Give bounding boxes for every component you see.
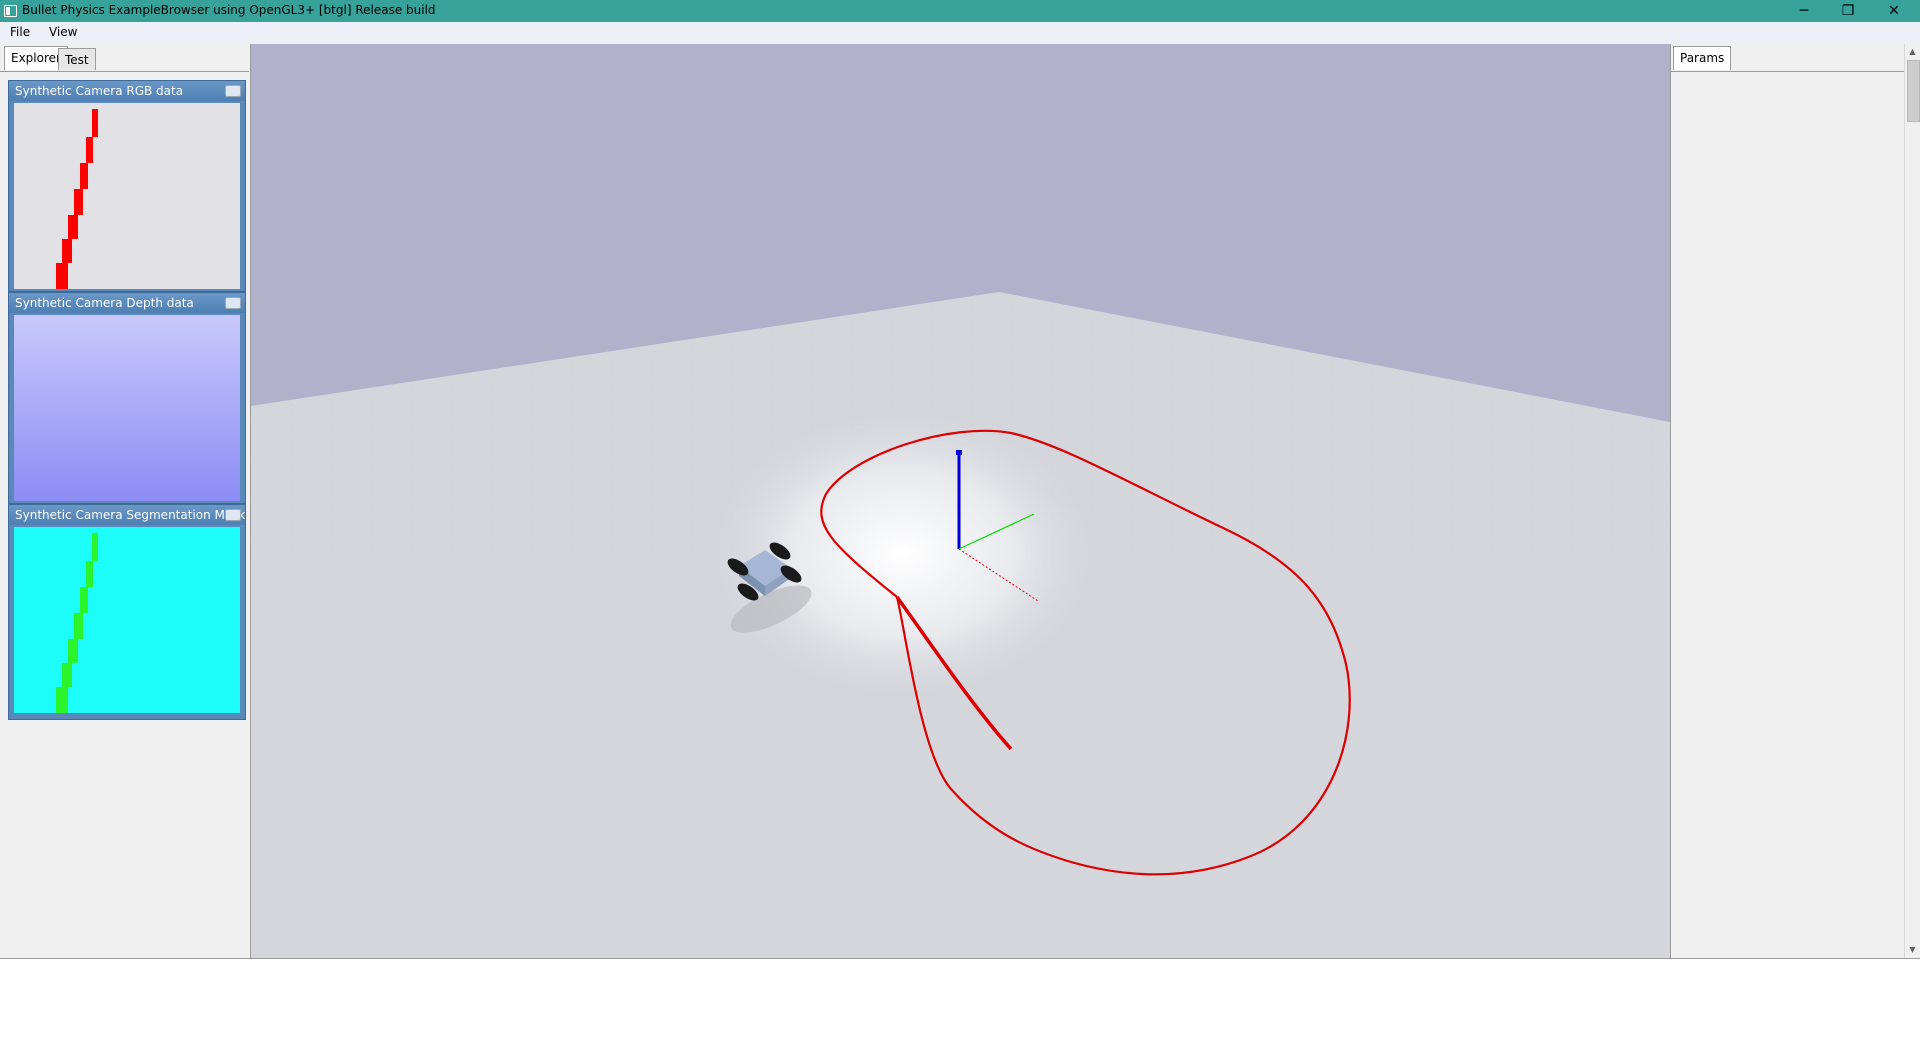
depth-camera-image xyxy=(14,315,240,501)
segmentation-camera-title: Synthetic Camera Segmentation Mask xyxy=(9,505,245,525)
menu-view[interactable]: View xyxy=(49,25,77,39)
app-icon xyxy=(4,5,17,17)
rgb-camera-title: Synthetic Camera RGB data xyxy=(9,81,245,101)
segmentation-camera-image xyxy=(14,527,240,713)
title-bar: Bullet Physics ExampleBrowser using Open… xyxy=(0,0,1920,22)
segmentation-camera-window[interactable]: Synthetic Camera Segmentation Mask xyxy=(8,504,246,720)
console-output[interactable] xyxy=(0,958,1920,1058)
scroll-down-icon[interactable]: ▼ xyxy=(1907,944,1918,955)
left-panel: Explorer Test Synthetic Camera RGB data … xyxy=(0,44,251,959)
params-content xyxy=(1671,71,1904,959)
depth-camera-minimize-button[interactable] xyxy=(225,297,241,309)
restore-icon[interactable]: ❐ xyxy=(1826,0,1870,22)
rgb-camera-window[interactable]: Synthetic Camera RGB data xyxy=(8,80,246,292)
scroll-up-icon[interactable]: ▲ xyxy=(1907,46,1918,57)
scroll-thumb[interactable] xyxy=(1907,60,1920,122)
menu-bar: File View xyxy=(0,22,1920,44)
window-title: Bullet Physics ExampleBrowser using Open… xyxy=(22,3,436,17)
render-viewport[interactable] xyxy=(251,44,1670,958)
depth-camera-title: Synthetic Camera Depth data xyxy=(9,293,245,313)
minimize-icon[interactable]: ─ xyxy=(1782,0,1826,22)
depth-camera-window[interactable]: Synthetic Camera Depth data xyxy=(8,292,246,504)
segmentation-camera-minimize-button[interactable] xyxy=(225,509,241,521)
scene-canvas[interactable] xyxy=(251,44,1670,958)
rgb-camera-minimize-button[interactable] xyxy=(225,85,241,97)
right-panel: Params ▲ ▼ xyxy=(1670,44,1920,959)
explorer-content: Synthetic Camera RGB data Synthetic Came… xyxy=(0,71,249,959)
close-icon[interactable]: ✕ xyxy=(1872,0,1916,22)
rgb-camera-image xyxy=(14,103,240,289)
menu-file[interactable]: File xyxy=(10,25,30,39)
tab-params[interactable]: Params xyxy=(1673,46,1732,70)
params-scrollbar[interactable]: ▲ ▼ xyxy=(1904,44,1920,958)
tab-test[interactable]: Test xyxy=(58,48,96,70)
